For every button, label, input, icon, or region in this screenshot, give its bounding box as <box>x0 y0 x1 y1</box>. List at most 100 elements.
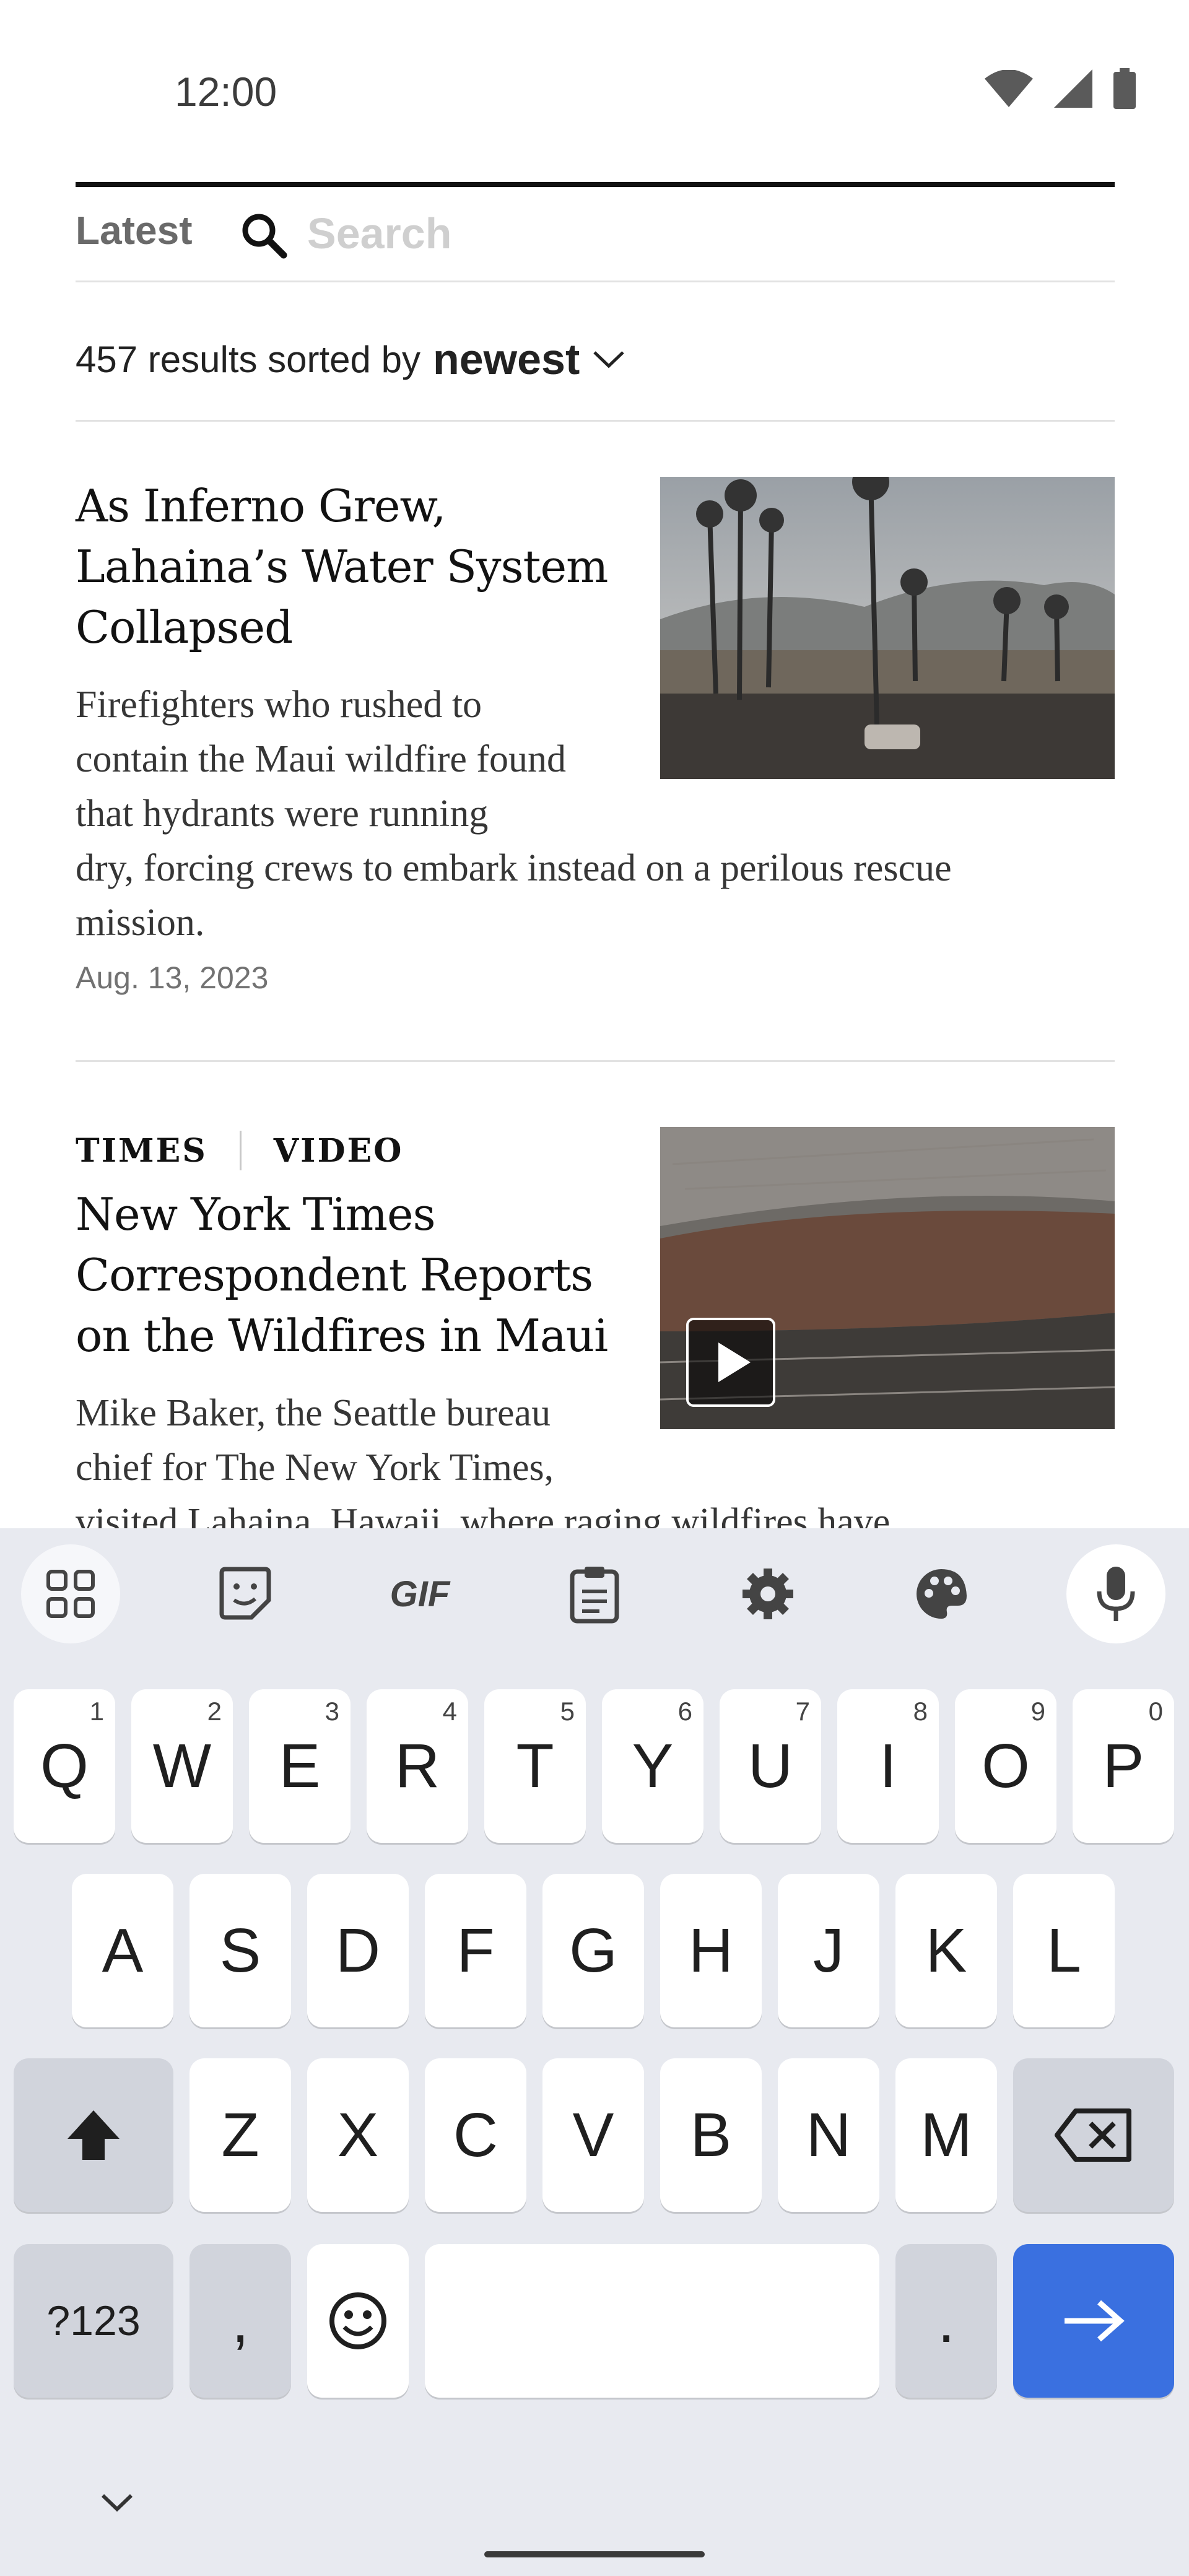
apps-button[interactable] <box>21 1544 120 1643</box>
search-input[interactable] <box>306 203 1113 264</box>
sticker-button[interactable] <box>196 1544 295 1643</box>
battery-icon <box>1113 68 1136 109</box>
arrow-right-icon <box>1065 2300 1125 2342</box>
summary-line: chief for The New York Times, <box>76 1447 554 1489</box>
signal-icon <box>1054 69 1092 108</box>
emoji-icon <box>329 2292 386 2349</box>
summary-line: Mike Baker, the Seattle bureau <box>76 1392 551 1434</box>
key-e[interactable]: E3 <box>249 1689 351 1843</box>
key-label: Q <box>40 1731 89 1801</box>
gif-button[interactable]: GIF <box>370 1544 469 1643</box>
keyboard <box>0 1528 1189 2576</box>
key-r[interactable]: R4 <box>367 1689 468 1843</box>
article-item[interactable]: As Inferno Grew, Lahaina’s Water System … <box>76 476 633 658</box>
key-hint: 0 <box>1148 1697 1163 1726</box>
navigation-handle[interactable] <box>484 2551 705 2557</box>
settings-icon <box>743 1569 793 1619</box>
article-summary: Firefighters who rushed to contain the M… <box>76 677 1128 950</box>
key-j[interactable]: J <box>778 1874 879 2027</box>
clipboard-button[interactable] <box>545 1544 644 1643</box>
kicker-video: VIDEO <box>273 1131 404 1170</box>
chevron-down-icon[interactable] <box>592 349 625 370</box>
settings-button[interactable] <box>718 1544 817 1643</box>
key-label: U <box>747 1731 793 1801</box>
space-key[interactable] <box>425 2244 879 2398</box>
key-label: T <box>516 1731 554 1801</box>
header-rule <box>76 182 1115 187</box>
headline-line: As Inferno Grew, <box>76 480 446 532</box>
clipboard-icon <box>570 1567 619 1624</box>
key-hint: 2 <box>207 1697 222 1726</box>
key-g[interactable]: G <box>542 1874 644 2027</box>
divider <box>76 420 1115 422</box>
key-t[interactable]: T5 <box>484 1689 586 1843</box>
divider <box>76 1060 1115 1062</box>
emoji-key[interactable] <box>307 2244 409 2398</box>
key-y[interactable]: Y6 <box>602 1689 703 1843</box>
key-label: I <box>879 1731 897 1801</box>
key-q[interactable]: Q1 <box>14 1689 115 1843</box>
key-label: R <box>394 1731 440 1801</box>
headline-line: Collapsed <box>76 601 293 653</box>
key-n[interactable]: N <box>778 2058 879 2212</box>
key-a[interactable]: A <box>72 1874 173 2027</box>
key-label: O <box>982 1731 1030 1801</box>
kicker-separator <box>239 1131 242 1170</box>
key-b[interactable]: B <box>660 2058 762 2212</box>
wifi-icon <box>985 70 1033 107</box>
key-x[interactable]: X <box>307 2058 409 2212</box>
backspace-icon <box>1055 2108 1131 2162</box>
sort-dropdown[interactable]: newest <box>433 334 580 384</box>
key-h[interactable]: H <box>660 1874 762 2027</box>
apps-icon <box>46 1570 95 1618</box>
period-key[interactable]: . <box>895 2244 997 2398</box>
video-thumbnail[interactable] <box>660 1127 1115 1429</box>
article-item[interactable]: New York Times Correspondent Reports on … <box>76 1184 645 1366</box>
results-summary: 457 results sorted by newest <box>76 334 625 384</box>
headline-line: Correspondent Reports <box>76 1249 593 1301</box>
hide-keyboard-chevron-icon[interactable] <box>99 2491 135 2515</box>
shift-key[interactable] <box>14 2058 173 2212</box>
key-k[interactable]: K <box>895 1874 997 2027</box>
key-w[interactable]: W2 <box>131 1689 233 1843</box>
summary-line: that hydrants were running <box>76 793 489 835</box>
divider <box>76 281 1115 282</box>
key-f[interactable]: F <box>425 1874 526 2027</box>
sticker-icon <box>219 1567 271 1620</box>
key-u[interactable]: U7 <box>720 1689 821 1843</box>
article-headline[interactable]: As Inferno Grew, Lahaina’s Water System … <box>76 476 633 658</box>
search-icon[interactable] <box>239 211 289 260</box>
key-l[interactable]: L <box>1013 1874 1115 2027</box>
article-kicker: TIMES VIDEO <box>76 1131 403 1170</box>
key-hint: 9 <box>1030 1697 1045 1726</box>
key-d[interactable]: D <box>307 1874 409 2027</box>
article-headline[interactable]: New York Times Correspondent Reports on … <box>76 1184 645 1366</box>
key-label: E <box>279 1731 321 1801</box>
status-time: 12:00 <box>175 69 277 115</box>
comma-key[interactable]: , <box>189 2244 291 2398</box>
key-hint: 1 <box>89 1697 104 1726</box>
key-s[interactable]: S <box>189 1874 291 2027</box>
microphone-icon <box>1097 1567 1135 1621</box>
tab-latest[interactable]: Latest <box>76 207 193 253</box>
summary-line: dry, forcing crews to embark instead on … <box>76 847 952 889</box>
key-c[interactable]: C <box>425 2058 526 2212</box>
enter-key[interactable] <box>1013 2244 1174 2398</box>
headline-line: on the Wildfires in Maui <box>76 1310 608 1362</box>
key-p[interactable]: P0 <box>1073 1689 1174 1843</box>
summary-line: contain the Maui wildfire found <box>76 738 567 780</box>
key-m[interactable]: M <box>895 2058 997 2212</box>
palette-button[interactable] <box>892 1544 991 1643</box>
key-v[interactable]: V <box>542 2058 644 2212</box>
status-icons <box>985 68 1136 109</box>
microphone-button[interactable] <box>1066 1544 1165 1643</box>
key-z[interactable]: Z <box>189 2058 291 2212</box>
key-i[interactable]: I8 <box>837 1689 939 1843</box>
symbols-key[interactable]: ?123 <box>14 2244 173 2398</box>
headline-line: New York Times <box>76 1188 436 1240</box>
backspace-key[interactable] <box>1013 2058 1174 2212</box>
key-o[interactable]: O9 <box>955 1689 1056 1843</box>
summary-line: mission. <box>76 902 205 944</box>
key-label: P <box>1102 1731 1144 1801</box>
kicker-times: TIMES <box>76 1131 207 1170</box>
